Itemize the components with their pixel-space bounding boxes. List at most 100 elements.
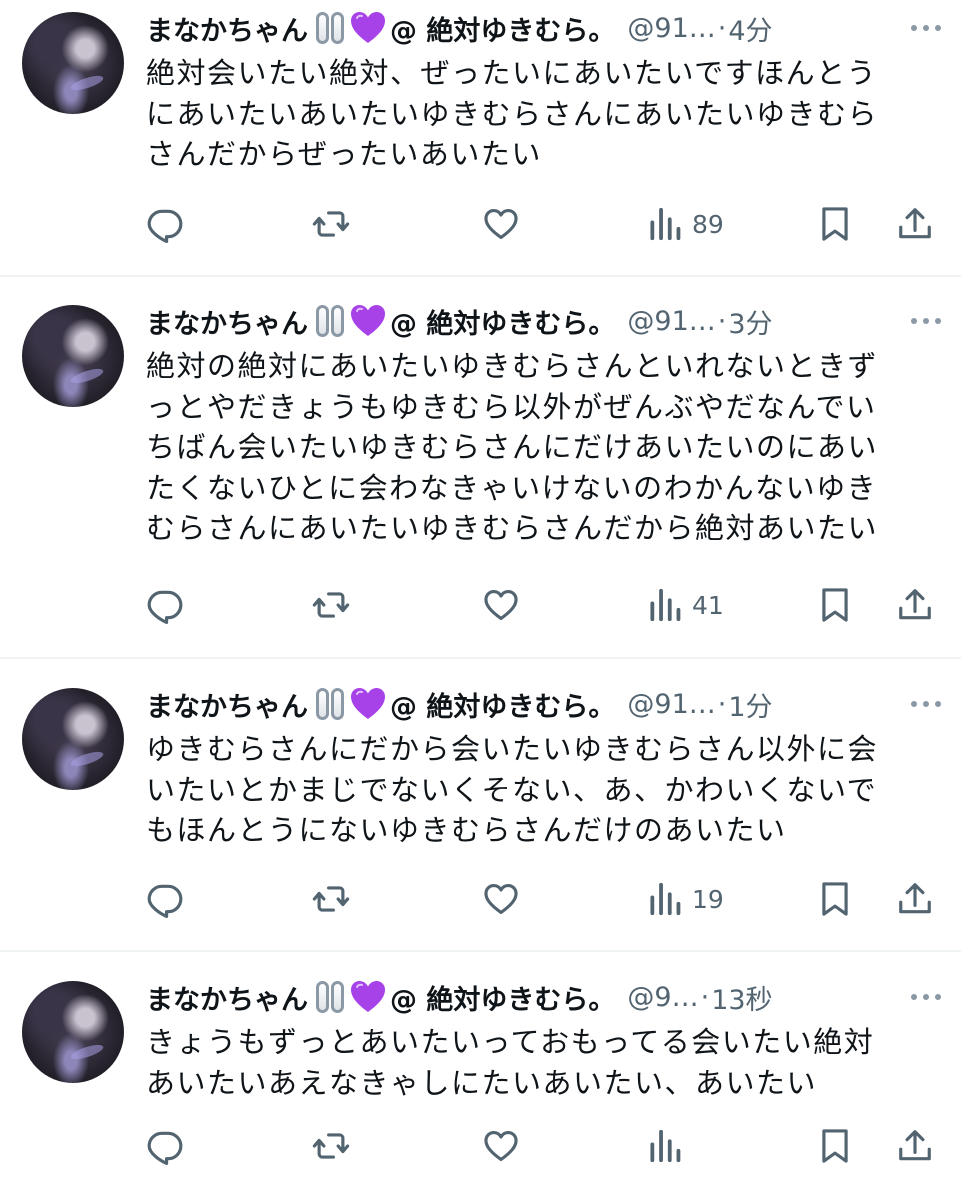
bookmark-icon	[822, 207, 848, 241]
views-icon	[650, 882, 681, 916]
user-handle[interactable]: @91…	[627, 689, 715, 720]
tweet-text-line: ちばん会いたいゆきむらさんにだけあいたいのにあい	[146, 430, 879, 464]
share-button[interactable]	[896, 585, 934, 625]
views-icon	[650, 207, 681, 241]
retweet-icon	[312, 211, 350, 237]
display-name-suffix: @ 絶対ゆきむら。	[390, 984, 616, 1016]
tweet-text-line: にあいたいあいたいゆきむらさんにあいたいゆきむら	[146, 96, 879, 131]
avatar[interactable]	[22, 688, 124, 790]
views-button[interactable]: 19	[646, 879, 724, 919]
avatar[interactable]	[22, 981, 124, 1083]
more-icon[interactable]	[911, 8, 941, 48]
view-count: 89	[692, 209, 724, 239]
like-button[interactable]	[482, 585, 520, 625]
avatar[interactable]	[22, 12, 124, 114]
tweet-text: きょうもずっとあいたいっておもってる会いたい絶対 あいたいあえなきゃしにたいあい…	[146, 1022, 936, 1103]
tweet-text: ゆきむらさんにだから会いたいゆきむらさん以外に会 いたいとかまじでないくそない、…	[146, 729, 936, 851]
timestamp[interactable]: 1分	[728, 685, 772, 724]
share-button[interactable]	[896, 879, 934, 919]
display-name[interactable]: まなかちゃん	[146, 978, 308, 1017]
tweet-header: まなかちゃん @ 絶対ゆきむら。 @9… · 13秒	[146, 977, 773, 1017]
views-button[interactable]	[646, 1126, 692, 1166]
retweet-icon	[312, 886, 350, 912]
separator-dot: ·	[717, 305, 727, 337]
separator-dot: ·	[717, 12, 727, 44]
retweet-button[interactable]	[312, 879, 350, 919]
view-count: 19	[692, 884, 724, 914]
like-icon	[484, 1130, 518, 1162]
display-name[interactable]: まなかちゃん	[146, 685, 308, 724]
tweet-text-line: 絶対会いたい絶対、ぜったいにあいたいですほんとう	[146, 56, 878, 90]
bookmark-icon	[822, 588, 848, 622]
reply-button[interactable]	[146, 585, 184, 625]
purple-heart-emoji-icon	[351, 981, 385, 1012]
reply-button[interactable]	[146, 204, 184, 244]
display-name[interactable]: まなかちゃん	[146, 302, 308, 341]
display-name-suffix: @ 絶対ゆきむら。	[390, 15, 616, 47]
timestamp[interactable]: 13秒	[711, 978, 772, 1017]
bookmark-button[interactable]	[816, 204, 854, 244]
reply-button[interactable]	[146, 1126, 184, 1166]
share-icon	[899, 589, 931, 620]
share-icon	[899, 1130, 931, 1161]
user-handle[interactable]: @91…	[627, 13, 715, 44]
share-button[interactable]	[896, 204, 934, 244]
like-button[interactable]	[482, 1126, 520, 1166]
user-handle[interactable]: @91…	[627, 306, 715, 337]
purple-heart-emoji-icon	[351, 12, 385, 43]
bookmark-icon	[822, 1129, 848, 1163]
retweet-button[interactable]	[312, 1126, 350, 1166]
display-name[interactable]: まなかちゃん	[146, 9, 308, 48]
display-name-suffix: @ 絶対ゆきむら。	[390, 308, 616, 340]
bookmark-button[interactable]	[816, 585, 854, 625]
share-icon	[899, 883, 931, 914]
retweet-button[interactable]	[312, 585, 350, 625]
tweet-text-line: たくないひとに会わなきゃいけないのわかんないゆき	[146, 470, 878, 505]
timestamp[interactable]: 3分	[728, 302, 772, 341]
tweet-text-line: むらさんにあいたいゆきむらさんだから絶対あいたい	[146, 511, 879, 545]
tweet-text-line: っとやだきょうもゆきむら以外がぜんぶやだなんでい	[146, 389, 877, 424]
timestamp[interactable]: 4分	[728, 9, 772, 48]
retweet-button[interactable]	[312, 204, 350, 244]
more-icon[interactable]	[911, 977, 941, 1017]
tweet-text-line: もほんとうにないゆきむらさんだけのあいたい	[146, 813, 787, 847]
avatar[interactable]	[22, 305, 124, 407]
bookmark-button[interactable]	[816, 879, 854, 919]
like-button[interactable]	[482, 879, 520, 919]
user-handle[interactable]: @9…	[627, 982, 698, 1013]
tweet-text: 絶対会いたい絶対、ぜったいにあいたいですほんとう にあいたいあいたいゆきむらさん…	[146, 53, 936, 175]
view-count: 41	[692, 590, 724, 620]
views-button[interactable]: 41	[646, 585, 724, 625]
like-icon	[484, 208, 518, 240]
reply-icon	[147, 209, 183, 243]
tweet-actions	[146, 1126, 946, 1166]
share-icon	[899, 208, 931, 239]
views-button[interactable]: 89	[646, 204, 724, 244]
tweet-text-line: きょうもずっとあいたいっておもってる会いたい絶対	[146, 1025, 875, 1059]
purple-heart-emoji-icon	[351, 305, 385, 336]
chain-emoji-icon	[316, 688, 344, 720]
chain-emoji-icon	[316, 12, 344, 44]
retweet-icon	[312, 592, 350, 618]
tweet-text-line: いたいとかまじでないくそない、あ、かわいくないで	[146, 772, 878, 807]
reply-icon	[147, 884, 183, 918]
bookmark-button[interactable]	[816, 1126, 854, 1166]
separator-dot: ·	[717, 688, 727, 720]
tweet-actions: 41	[146, 585, 946, 625]
more-icon[interactable]	[911, 301, 941, 341]
views-icon	[650, 1129, 681, 1163]
display-name-suffix: @ 絶対ゆきむら。	[390, 691, 616, 723]
share-button[interactable]	[896, 1126, 934, 1166]
like-icon	[484, 589, 518, 621]
chain-emoji-icon	[316, 305, 344, 337]
tweet-text-line: あいたいあえなきゃしにたいあいたい、あいたい	[146, 1065, 818, 1100]
reply-icon	[147, 1131, 183, 1165]
tweet-text-line: ゆきむらさんにだから会いたいゆきむらさん以外に会	[146, 732, 879, 766]
like-button[interactable]	[482, 204, 520, 244]
reply-button[interactable]	[146, 879, 184, 919]
bookmark-icon	[822, 882, 848, 916]
tweet-actions: 19	[146, 879, 946, 919]
more-icon[interactable]	[911, 684, 941, 724]
tweet-header: まなかちゃん @ 絶対ゆきむら。 @91… · 3分	[146, 301, 773, 341]
reply-icon	[147, 590, 183, 624]
